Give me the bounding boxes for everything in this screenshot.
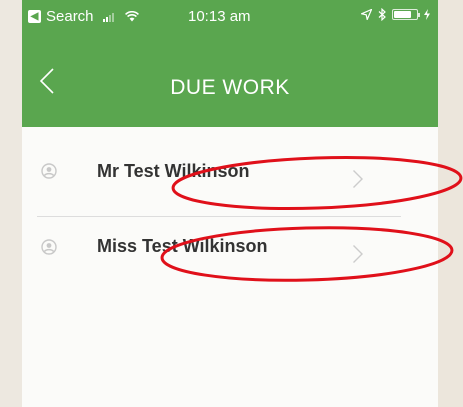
list-item[interactable]: Miss Test Wilkinson <box>22 234 438 304</box>
student-list: Mr Test Wilkinson Miss Test Wilkinson <box>22 127 438 304</box>
student-name: Miss Test Wilkinson <box>97 236 268 256</box>
charging-icon <box>424 9 430 20</box>
background-left <box>0 0 22 407</box>
battery-icon <box>392 9 420 20</box>
status-bar: ◀ Search 10:13 am <box>22 0 438 34</box>
list-item[interactable]: Mr Test Wilkinson <box>22 127 438 197</box>
list-divider <box>37 216 401 217</box>
battery-fill <box>394 11 412 18</box>
status-time: 10:13 am <box>188 8 251 25</box>
status-right <box>361 8 430 21</box>
person-icon <box>41 239 57 255</box>
app-header: ◀ Search 10:13 am DUE WORK <box>22 0 438 127</box>
status-left: ◀ Search <box>28 8 139 25</box>
signal-icon <box>102 12 114 22</box>
background-right <box>438 0 463 407</box>
student-name: Mr Test Wilkinson <box>97 161 250 181</box>
chevron-right-icon[interactable] <box>352 244 364 264</box>
chevron-right-icon[interactable] <box>352 169 364 189</box>
phone-screen: ◀ Search 10:13 am DUE WORK Mr Test Wilki… <box>22 0 438 407</box>
nav-bar: DUE WORK <box>22 34 438 127</box>
back-to-app-icon[interactable]: ◀ <box>28 10 41 23</box>
battery-tip <box>418 13 420 17</box>
location-icon <box>361 9 372 20</box>
bluetooth-icon <box>378 8 386 21</box>
page-title: DUE WORK <box>170 76 290 99</box>
person-icon <box>41 163 57 179</box>
wifi-icon <box>124 11 139 22</box>
back-to-app-label[interactable]: Search <box>46 8 94 25</box>
